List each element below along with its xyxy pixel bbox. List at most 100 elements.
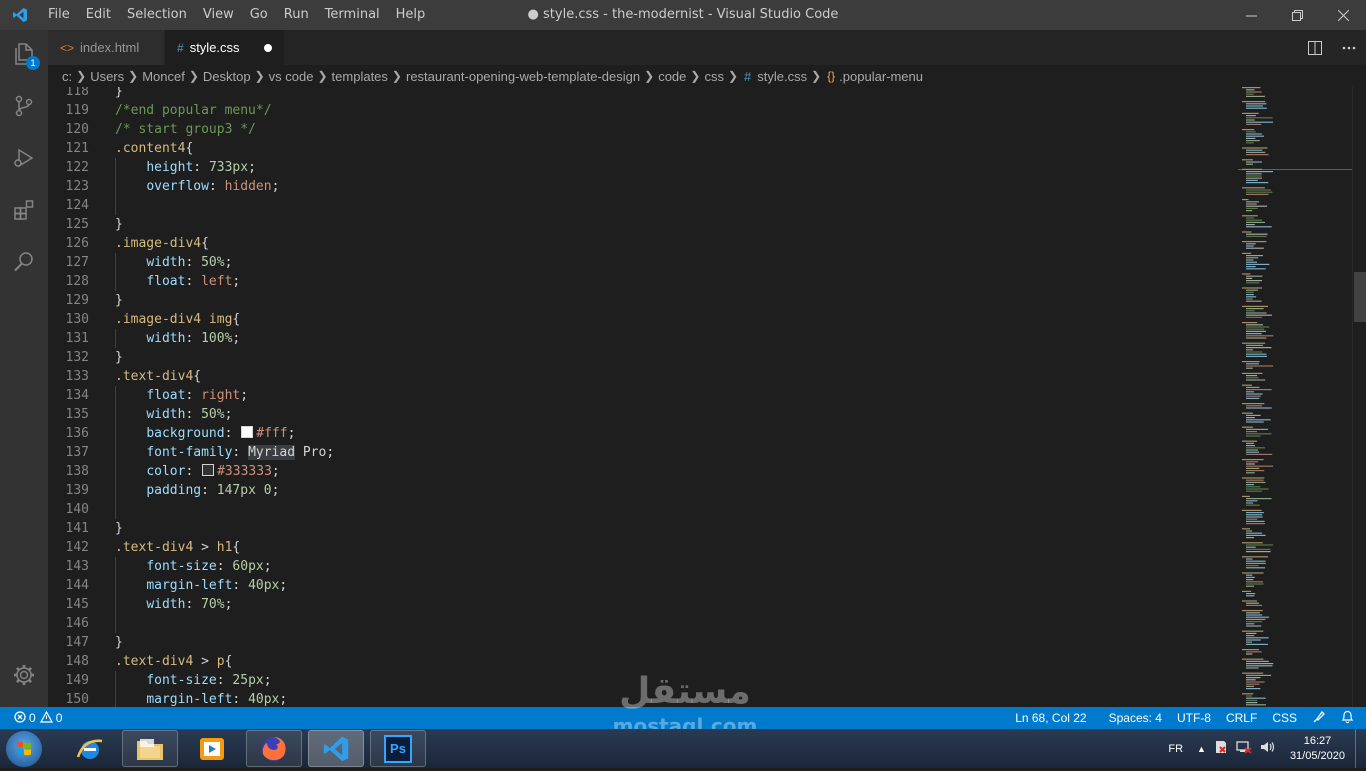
search-button[interactable] (0, 238, 48, 290)
code-line[interactable]: 144 margin-left: 40px; (48, 576, 1238, 595)
file-explorer-icon[interactable] (122, 730, 178, 767)
windows-start-icon[interactable] (6, 731, 42, 767)
end-of-line[interactable]: CRLF (1226, 711, 1257, 725)
code-line[interactable]: 130 .image-div4 img{ (48, 310, 1238, 329)
code-line[interactable]: 137 font-family: Myriad Pro; (48, 443, 1238, 462)
code-line[interactable]: 125} (48, 215, 1238, 234)
code-line[interactable]: 132} (48, 348, 1238, 367)
clock[interactable]: 16:27 31/05/2020 (1290, 734, 1345, 764)
code-text[interactable]: width: 50%; (115, 405, 232, 424)
code-editor[interactable]: 118} 119 /*end popular menu*/ 120 /* start g… (48, 87, 1238, 707)
breadcrumb-item[interactable]: .popular-menu (839, 69, 923, 84)
code-line[interactable]: 145 width: 70%; (48, 595, 1238, 614)
unsaved-dot-icon[interactable] (263, 43, 272, 52)
code-text[interactable]: /* start group3 */ (115, 120, 256, 139)
menu-help[interactable]: Help (388, 0, 434, 30)
menu-run[interactable]: Run (276, 0, 317, 30)
tray-expand-icon[interactable]: ▲ (1197, 744, 1206, 754)
code-text[interactable]: font-family: Myriad Pro; (115, 443, 334, 462)
code-line[interactable]: 119 /*end popular menu*/ (48, 101, 1238, 120)
breadcrumb-item[interactable]: code (658, 69, 686, 84)
breadcrumb-item[interactable]: c: (62, 69, 72, 84)
code-text[interactable]: font-size: 60px; (115, 557, 271, 576)
code-text[interactable]: .text-div4 > p{ (115, 652, 232, 671)
code-line[interactable]: 146 (48, 614, 1238, 633)
breadcrumb-item[interactable]: style.css (757, 69, 807, 84)
code-line[interactable]: 131 width: 100%; (48, 329, 1238, 348)
tab-style-css[interactable]: # style.css (165, 30, 285, 65)
extensions-button[interactable] (0, 186, 48, 238)
photoshop-icon[interactable]: Ps (370, 730, 426, 767)
code-text[interactable]: } (115, 519, 123, 538)
show-desktop-button[interactable] (1355, 729, 1366, 768)
code-line[interactable]: 140 (48, 500, 1238, 519)
code-line[interactable]: 118} (48, 87, 1238, 101)
code-line[interactable]: 129} (48, 291, 1238, 310)
minimap[interactable] (1238, 87, 1352, 707)
code-line[interactable]: 149 font-size: 25px; (48, 671, 1238, 690)
breadcrumb-item[interactable]: Desktop (203, 69, 251, 84)
code-text[interactable]: } (115, 215, 123, 234)
media-player-icon[interactable] (184, 730, 240, 767)
code-text[interactable]: .image-div4 img{ (115, 310, 240, 329)
vscode-taskbar-icon[interactable] (308, 730, 364, 767)
source-control-button[interactable] (0, 82, 48, 134)
language-mode[interactable]: CSS (1272, 711, 1297, 725)
code-line[interactable]: 120 /* start group3 */ (48, 120, 1238, 139)
code-text[interactable]: } (115, 87, 123, 101)
code-text[interactable]: height: 733px; (115, 158, 256, 177)
code-line[interactable]: 134 float: right; (48, 386, 1238, 405)
code-text[interactable]: width: 50%; (115, 253, 232, 272)
color-swatch[interactable] (202, 464, 215, 476)
code-line[interactable]: 135 width: 50%; (48, 405, 1238, 424)
manage-button[interactable] (0, 651, 48, 703)
code-line[interactable]: 143 font-size: 60px; (48, 557, 1238, 576)
code-text[interactable]: overflow: hidden; (115, 177, 279, 196)
code-text[interactable]: .image-div4{ (115, 234, 209, 253)
code-line[interactable]: 122 height: 733px; (48, 158, 1238, 177)
code-text[interactable]: background: #fff; (115, 424, 295, 443)
minimize-icon[interactable] (1228, 0, 1274, 30)
code-text[interactable]: margin-left: 40px; (115, 690, 287, 707)
code-text[interactable]: padding: 147px 0; (115, 481, 279, 500)
vertical-scrollbar[interactable] (1352, 87, 1366, 707)
tab-index-html[interactable]: <> index.html (48, 30, 165, 65)
code-text[interactable]: } (115, 633, 123, 652)
cursor-position[interactable]: Ln 68, Col 22 (1015, 711, 1086, 725)
code-text[interactable]: float: right; (115, 386, 248, 405)
encoding[interactable]: UTF-8 (1177, 711, 1211, 725)
action-center-icon[interactable] (1214, 740, 1228, 757)
feedback-icon[interactable] (1312, 710, 1326, 727)
code-text[interactable]: .text-div4 > h1{ (115, 538, 240, 557)
network-icon[interactable] (1236, 740, 1252, 757)
breadcrumb-item[interactable]: vs code (269, 69, 314, 84)
internet-explorer-icon[interactable] (62, 730, 118, 767)
close-icon[interactable] (1320, 0, 1366, 30)
code-text[interactable]: width: 70%; (115, 595, 232, 614)
code-text[interactable]: } (115, 291, 123, 310)
menu-file[interactable]: File (40, 0, 78, 30)
restore-icon[interactable] (1274, 0, 1320, 30)
code-line[interactable]: 136 background: #fff; (48, 424, 1238, 443)
code-text[interactable]: color: #333333; (115, 462, 280, 481)
code-line[interactable]: 121 .content4{ (48, 139, 1238, 158)
breadcrumb-item[interactable]: Users (90, 69, 124, 84)
code-text[interactable]: .content4{ (115, 139, 193, 158)
code-line[interactable]: 139 padding: 147px 0; (48, 481, 1238, 500)
breadcrumb-item[interactable]: templates (332, 69, 388, 84)
code-text[interactable]: /*end popular menu*/ (115, 101, 272, 120)
code-text[interactable]: font-size: 25px; (115, 671, 271, 690)
code-line[interactable]: 133 .text-div4{ (48, 367, 1238, 386)
keyboard-language[interactable]: FR (1168, 743, 1183, 755)
split-editor-icon[interactable] (1298, 40, 1332, 55)
code-line[interactable]: 126 .image-div4{ (48, 234, 1238, 253)
breadcrumb-item[interactable]: css (704, 69, 724, 84)
code-line[interactable]: 150 margin-left: 40px; (48, 690, 1238, 707)
menu-terminal[interactable]: Terminal (317, 0, 388, 30)
problems-indicator[interactable]: 0 0 (14, 710, 62, 726)
menu-go[interactable]: Go (242, 0, 276, 30)
firefox-icon[interactable] (246, 730, 302, 767)
code-line[interactable]: 142 .text-div4 > h1{ (48, 538, 1238, 557)
code-line[interactable]: 128 float: left; (48, 272, 1238, 291)
code-text[interactable]: margin-left: 40px; (115, 576, 287, 595)
